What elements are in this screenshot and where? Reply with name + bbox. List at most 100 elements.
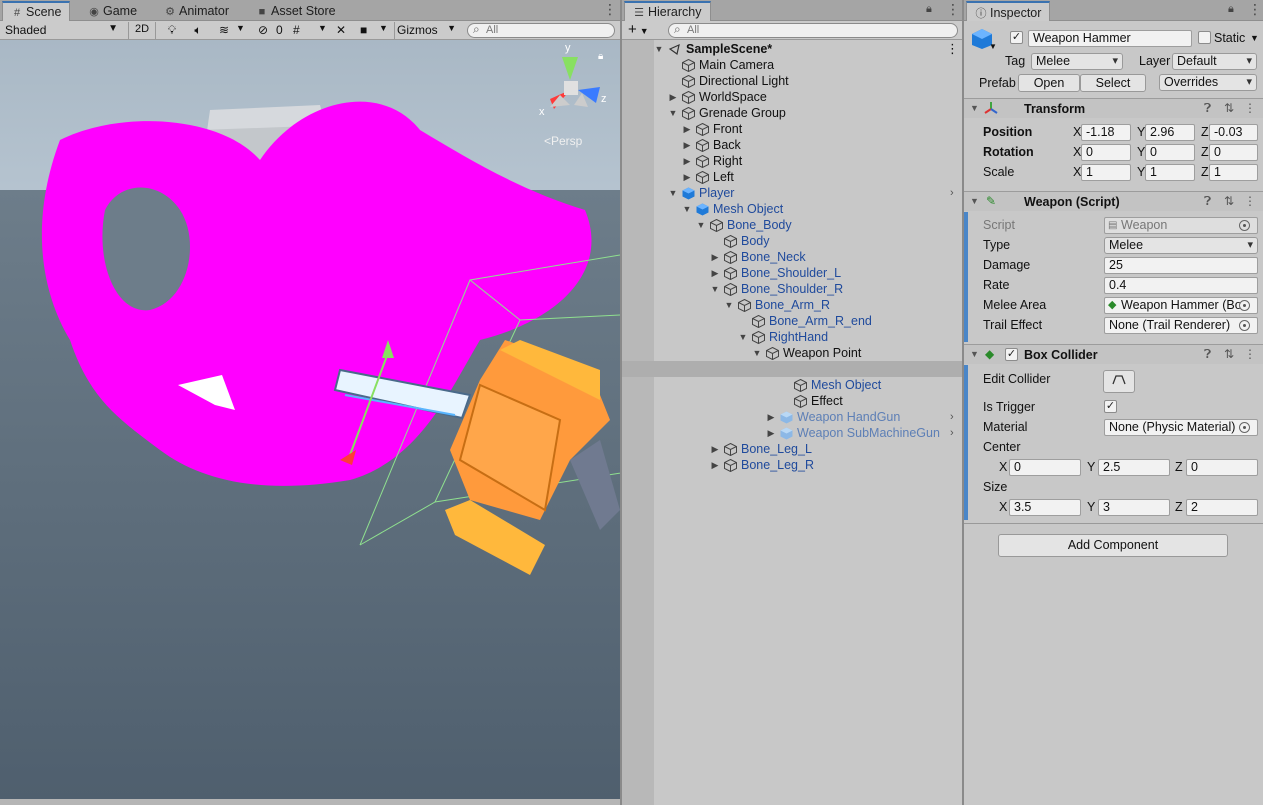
chevron-right-icon[interactable]: › (950, 409, 954, 425)
hierarchy-item[interactable]: Main Camera (622, 57, 962, 73)
help-icon[interactable]: ❓︎ (1204, 347, 1211, 362)
gizmos-dropdown[interactable]: Gizmos ▼ (394, 22, 458, 39)
hierarchy-item[interactable]: ▼ Weapon Point (622, 345, 962, 361)
expand-arrow-icon[interactable]: ▶ (710, 457, 720, 473)
dropdown-arrow-icon[interactable]: ▼ (236, 22, 246, 39)
collapse-arrow-icon[interactable]: ▼ (752, 345, 762, 361)
add-component-button[interactable]: Add Component (998, 534, 1228, 557)
chevron-right-icon[interactable]: › (950, 425, 954, 441)
tab-hierarchy[interactable]: ☰ Hierarchy (624, 1, 711, 21)
hierarchy-item[interactable]: ▼ Player › (622, 185, 962, 201)
sliders-icon[interactable]: ⇅ (1224, 194, 1234, 208)
hierarchy-item[interactable]: ▼ Bone_Body (622, 217, 962, 233)
hierarchy-item[interactable]: ▼ Mesh Object (622, 201, 962, 217)
component-menu-icon[interactable]: ⋮ (1244, 347, 1256, 361)
sliders-icon[interactable]: ⇅ (1224, 347, 1234, 361)
help-icon[interactable]: ❓︎ (1204, 101, 1211, 116)
component-menu-icon[interactable]: ⋮ (1244, 101, 1256, 115)
expand-arrow-icon[interactable]: ▶ (710, 265, 720, 281)
tab-game[interactable]: ◉ Game (80, 1, 145, 21)
layer-dropdown[interactable]: Default (1172, 53, 1257, 70)
scale-x-field[interactable]: 1 (1081, 164, 1131, 181)
size-y-field[interactable]: 3 (1098, 499, 1170, 516)
dropdown-arrow-icon[interactable]: ▼ (379, 22, 389, 39)
weapon-script-header[interactable]: ▼ ✎ Weapon (Script) ❓︎ ⇅ ⋮ (964, 191, 1263, 211)
eye-off-icon[interactable]: ⊘ (258, 22, 276, 39)
collapse-arrow-icon[interactable]: ▼ (710, 281, 720, 297)
hierarchy-item[interactable]: Body (622, 233, 962, 249)
edit-collider-button[interactable] (1103, 370, 1135, 393)
hierarchy-item[interactable]: ▶ Bone_Neck (622, 249, 962, 265)
camera-icon[interactable]: ■ (360, 22, 376, 39)
hierarchy-item[interactable]: ▶ Weapon SubMachineGun › (622, 425, 962, 441)
collapse-arrow-icon[interactable]: ▼ (970, 349, 979, 359)
scale-z-field[interactable]: 1 (1209, 164, 1258, 181)
center-z-field[interactable]: 0 (1186, 459, 1258, 476)
expand-arrow-icon[interactable]: ▶ (682, 121, 692, 137)
hierarchy-item[interactable]: ▼ Bone_Shoulder_R (622, 281, 962, 297)
object-picker-icon[interactable] (1239, 422, 1250, 433)
hierarchy-item[interactable]: ▶ Bone_Leg_R (622, 457, 962, 473)
prefab-overrides-dropdown[interactable]: Overrides (1159, 74, 1257, 91)
rate-field[interactable]: 0.4 (1104, 277, 1258, 294)
hierarchy-item[interactable]: ▼ Bone_Arm_R (622, 297, 962, 313)
rotation-z-field[interactable]: 0 (1209, 144, 1258, 161)
grid-icon[interactable]: # (293, 22, 309, 39)
scene-root[interactable]: ▼ SampleScene* ⋮ (622, 41, 962, 57)
expand-arrow-icon[interactable]: ▶ (766, 409, 776, 425)
size-z-field[interactable]: 2 (1186, 499, 1258, 516)
tab-inspector[interactable]: ⓘ Inspector (966, 1, 1051, 21)
lock-icon[interactable]: 🔒︎ (1228, 2, 1234, 16)
size-x-field[interactable]: 3.5 (1009, 499, 1081, 516)
collapse-arrow-icon[interactable]: ▼ (738, 329, 748, 345)
collapse-arrow-icon[interactable]: ▼ (696, 217, 706, 233)
center-y-field[interactable]: 2.5 (1098, 459, 1170, 476)
chevron-right-icon[interactable]: › (950, 185, 954, 201)
collapse-arrow-icon[interactable]: ▼ (970, 103, 979, 113)
object-picker-icon[interactable] (1239, 300, 1250, 311)
add-object-button[interactable]: + ▼ (628, 20, 649, 38)
trail-effect-field[interactable]: None (Trail Renderer) (1104, 317, 1258, 334)
collapse-arrow-icon[interactable]: ▼ (668, 105, 678, 121)
lock-icon[interactable]: 🔒︎ (598, 51, 603, 62)
tag-dropdown[interactable]: Melee (1031, 53, 1123, 70)
orientation-gizmo[interactable]: y x z 🔒︎ <Persp (536, 42, 616, 148)
scale-y-field[interactable]: 1 (1145, 164, 1195, 181)
component-menu-icon[interactable]: ⋮ (1244, 194, 1256, 208)
collapse-arrow-icon[interactable]: ▼ (682, 201, 692, 217)
expand-arrow-icon[interactable]: ▶ (668, 89, 678, 105)
hierarchy-item[interactable]: ▶ Back (622, 137, 962, 153)
sliders-icon[interactable]: ⇅ (1224, 101, 1234, 115)
hierarchy-item[interactable]: ▶ Front (622, 121, 962, 137)
hierarchy-item[interactable]: Directional Light (622, 73, 962, 89)
expand-arrow-icon[interactable]: ▶ (682, 169, 692, 185)
hierarchy-item[interactable]: ▶ Weapon HandGun › (622, 409, 962, 425)
position-x-field[interactable]: -1.18 (1081, 124, 1131, 141)
box-collider-enabled-checkbox[interactable]: ✓ (1005, 348, 1018, 361)
dropdown-arrow-icon[interactable]: ▼ (318, 22, 328, 39)
dropdown-arrow-icon[interactable]: ▼ (989, 42, 997, 51)
hierarchy-item[interactable]: Mesh Object (622, 377, 962, 393)
hierarchy-search-input[interactable]: All (668, 23, 958, 38)
expand-arrow-icon[interactable]: ▶ (682, 153, 692, 169)
speaker-icon[interactable]: 🔈︎ (190, 22, 206, 39)
expand-arrow-icon[interactable]: ▼ (654, 41, 664, 57)
toggle-2d-button[interactable]: 2D (128, 22, 156, 39)
damage-field[interactable]: 25 (1104, 257, 1258, 274)
material-field[interactable]: None (Physic Material) (1104, 419, 1258, 436)
tab-animator[interactable]: ⚙ Animator (156, 1, 237, 21)
lock-icon[interactable]: 🔒︎ (926, 2, 932, 16)
tools-icon[interactable]: ✕ (336, 22, 352, 39)
projection-label[interactable]: <Persp (544, 134, 582, 148)
collapse-arrow-icon[interactable]: ▼ (668, 185, 678, 201)
position-z-field[interactable]: -0.03 (1209, 124, 1258, 141)
hierarchy-item[interactable]: ▶ Right (622, 153, 962, 169)
expand-arrow-icon[interactable]: ▶ (710, 441, 720, 457)
prefab-open-button[interactable]: Open (1018, 74, 1080, 92)
center-x-field[interactable]: 0 (1009, 459, 1081, 476)
expand-arrow-icon[interactable]: ▶ (682, 137, 692, 153)
layers-icon[interactable]: ≋ (216, 22, 232, 39)
inspector-menu-icon[interactable]: ⋮ (1248, 2, 1262, 16)
object-picker-icon[interactable] (1239, 320, 1250, 331)
scene-menu-icon[interactable]: ⋮ (946, 41, 959, 57)
